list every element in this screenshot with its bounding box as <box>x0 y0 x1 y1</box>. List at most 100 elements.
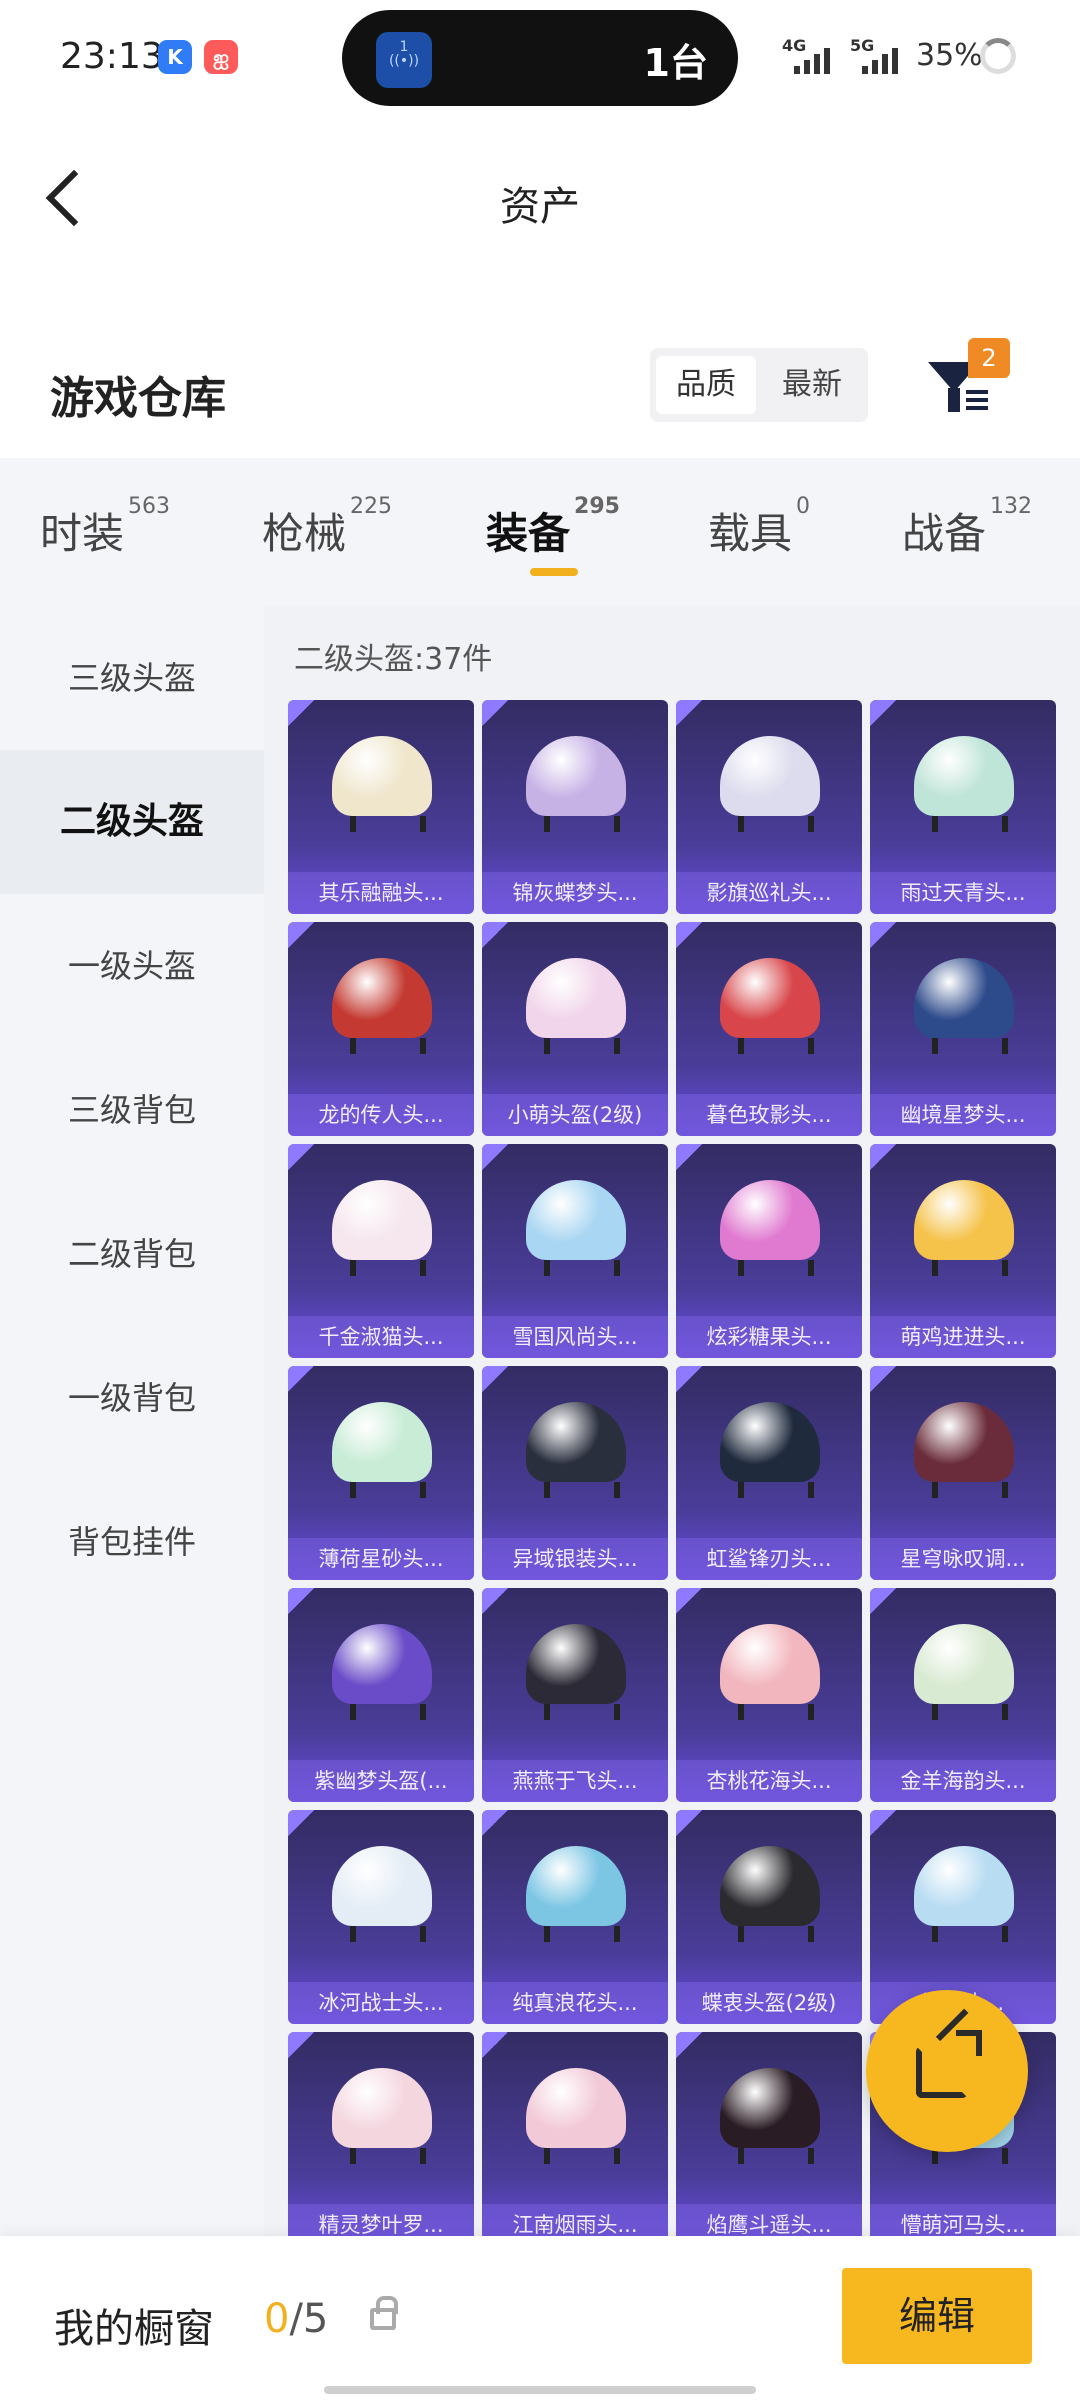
item-card[interactable]: 杏桃花海头... <box>676 1588 862 1802</box>
helmet-icon <box>720 1846 820 1942</box>
sidebar-item-level2-backpack[interactable]: 二级背包 <box>0 1182 264 1326</box>
helmet-icon <box>526 958 626 1054</box>
helmet-icon <box>526 736 626 832</box>
item-card[interactable]: 锦灰蝶梦头... <box>482 700 668 914</box>
item-card[interactable]: 雪国风尚头... <box>482 1144 668 1358</box>
tab-fashion[interactable]: 时装563 <box>40 494 170 561</box>
dynamic-island[interactable]: 1 ((•)) 1台 <box>342 10 738 106</box>
app-notification-icon: ஐ <box>204 40 238 74</box>
sidebar-item-level3-backpack[interactable]: 三级背包 <box>0 1038 264 1182</box>
tab-equipment[interactable]: 装备295 <box>486 494 620 561</box>
tab-label: 载具 <box>708 509 793 558</box>
sidebar-item-backpack-charm[interactable]: 背包挂件 <box>0 1470 264 1614</box>
helmet-icon <box>720 736 820 832</box>
edit-button[interactable]: 编辑 <box>842 2268 1032 2364</box>
filter-button[interactable]: 2 <box>918 338 1018 428</box>
sidebar-item-level3-helmet[interactable]: 三级头盔 <box>0 606 264 750</box>
category-tabs: 时装563 枪械225 装备295 载具0 战备132 <box>0 458 1080 606</box>
sidebar-item-level1-helmet[interactable]: 一级头盔 <box>0 894 264 1038</box>
item-card[interactable]: 蝶衷头盔(2级) <box>676 1810 862 2024</box>
helmet-icon <box>332 2068 432 2164</box>
item-card[interactable]: 紫幽梦头盔(... <box>288 1588 474 1802</box>
share-button[interactable] <box>866 1990 1028 2152</box>
app-header: 资产 <box>0 130 1080 270</box>
bottom-bar: 我的橱窗 0/5 编辑 <box>0 2236 1080 2400</box>
item-card[interactable]: 小萌头盔(2级) <box>482 922 668 1136</box>
item-name: 锦灰蝶梦头... <box>482 872 668 914</box>
sort-by-quality[interactable]: 品质 <box>656 356 756 414</box>
sidebar-item-level1-backpack[interactable]: 一级背包 <box>0 1326 264 1470</box>
helmet-icon <box>526 1624 626 1720</box>
status-time: 23:13 <box>60 36 164 77</box>
tab-label: 时装 <box>40 509 125 558</box>
tab-label: 枪械 <box>262 509 347 558</box>
item-card[interactable]: 星穹咏叹调... <box>870 1366 1056 1580</box>
sidebar-item-level2-helmet[interactable]: 二级头盔 <box>0 750 264 894</box>
item-card[interactable]: 其乐融融头... <box>288 700 474 914</box>
item-card[interactable]: 萌鸡进进头... <box>870 1144 1056 1358</box>
item-card[interactable]: 精灵梦叶罗... <box>288 2032 474 2236</box>
item-card[interactable]: 冰河战士头... <box>288 1810 474 2024</box>
sidebar: 三级头盔 二级头盔 一级头盔 三级背包 二级背包 一级背包 背包挂件 <box>0 606 264 2236</box>
item-card[interactable]: 江南烟雨头... <box>482 2032 668 2236</box>
helmet-icon <box>720 2068 820 2164</box>
tab-vehicles[interactable]: 载具0 <box>708 494 810 561</box>
section-count-label: 二级头盔:37件 <box>294 642 493 677</box>
helmet-icon <box>332 958 432 1054</box>
helmet-icon <box>332 736 432 832</box>
tab-label: 战备 <box>902 509 987 558</box>
lock-icon <box>370 2296 398 2330</box>
item-card[interactable]: 焰鹰斗遥头... <box>676 2032 862 2236</box>
item-card[interactable]: 炫彩糖果头... <box>676 1144 862 1358</box>
item-card[interactable]: 异域银装头... <box>482 1366 668 1580</box>
helmet-icon <box>526 1402 626 1498</box>
item-name: 杏桃花海头... <box>676 1760 862 1802</box>
tab-weapons[interactable]: 枪械225 <box>262 494 392 561</box>
item-card[interactable]: 虹鲨锋刃头... <box>676 1366 862 1580</box>
item-card[interactable]: 燕燕于飞头... <box>482 1588 668 1802</box>
home-indicator <box>324 2386 756 2394</box>
tab-count: 295 <box>574 494 620 519</box>
item-card[interactable]: 影旗巡礼头... <box>676 700 862 914</box>
battery-ring-icon <box>980 38 1016 74</box>
item-card[interactable]: 暮色玫影头... <box>676 922 862 1136</box>
battery-level: 35% <box>916 38 983 73</box>
item-name: 千金淑猫头... <box>288 1316 474 1358</box>
tab-count: 0 <box>796 494 811 519</box>
helmet-icon <box>720 1402 820 1498</box>
item-name: 懵萌河马头... <box>870 2204 1056 2236</box>
showcase-total: /5 <box>289 2296 329 2342</box>
item-card[interactable]: 幽境星梦头... <box>870 922 1056 1136</box>
helmet-icon <box>720 958 820 1054</box>
status-bar: 23:13 K ஐ 1 ((•)) 1台 4G 5G 35% <box>0 0 1080 118</box>
item-name: 异域银装头... <box>482 1538 668 1580</box>
showcase-count: 0/5 <box>264 2296 328 2342</box>
item-card[interactable]: 雨过天青头... <box>870 700 1056 914</box>
item-name: 紫幽梦头盔(... <box>288 1760 474 1802</box>
tab-label: 装备 <box>486 509 571 558</box>
island-broadcast-icon: 1 ((•)) <box>376 32 432 88</box>
helmet-icon <box>526 1180 626 1276</box>
item-card[interactable]: 千金淑猫头... <box>288 1144 474 1358</box>
item-card[interactable]: 纯真浪花头... <box>482 1810 668 2024</box>
share-arrow-head <box>956 2030 982 2056</box>
island-badge-number: 1 <box>399 39 409 55</box>
item-card[interactable]: 金羊海韵头... <box>870 1588 1056 1802</box>
item-card[interactable]: 薄荷星砂头... <box>288 1366 474 1580</box>
helmet-icon <box>526 1846 626 1942</box>
item-name: 其乐融融头... <box>288 872 474 914</box>
helmet-icon <box>720 1624 820 1720</box>
app-k-icon: K <box>158 40 192 74</box>
tab-count: 563 <box>128 494 171 519</box>
item-name: 星穹咏叹调... <box>870 1538 1056 1580</box>
tab-count: 132 <box>990 494 1033 519</box>
item-name: 雨过天青头... <box>870 872 1056 914</box>
item-name: 小萌头盔(2级) <box>482 1094 668 1136</box>
tab-supplies[interactable]: 战备132 <box>902 494 1032 561</box>
item-card[interactable]: 龙的传人头... <box>288 922 474 1136</box>
showcase-label: 我的橱窗 <box>54 2306 214 2352</box>
sort-by-newest[interactable]: 最新 <box>762 356 862 414</box>
helmet-icon <box>914 736 1014 832</box>
showcase-current: 0 <box>264 2296 290 2342</box>
helmet-icon <box>914 1846 1014 1942</box>
